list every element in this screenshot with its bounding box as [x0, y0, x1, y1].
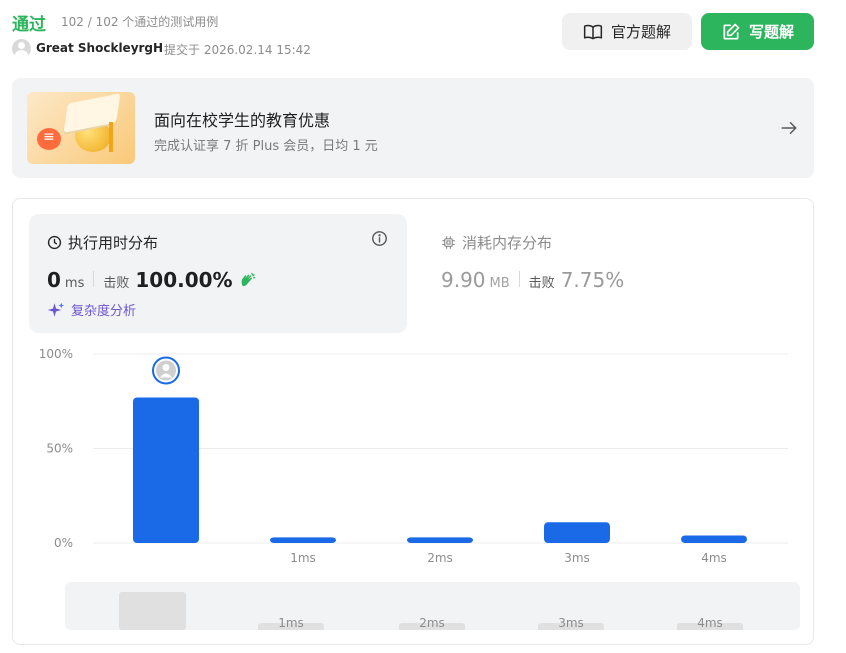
x-tick-label: 2ms — [427, 551, 453, 565]
write-solution-label: 写题解 — [748, 23, 794, 41]
bar — [270, 537, 336, 543]
scrubber-handle[interactable] — [119, 592, 186, 630]
official-solution-label: 官方题解 — [610, 23, 671, 41]
x-tick-label: 1ms — [290, 551, 316, 565]
memory-value: 9.90 — [441, 268, 486, 292]
user-marker-head — [162, 363, 170, 371]
memory-beats-value: 7.75% — [560, 268, 625, 292]
graduation-cap-illustration — [27, 92, 135, 164]
memory-unit: MB — [489, 276, 510, 291]
bar — [681, 535, 747, 543]
memory-beats-label: 击败 — [528, 276, 555, 291]
submitted-time: 提交于 2026.02.14 15:42 — [164, 43, 311, 57]
runtime-value-row: 0 ms 击败 100.00% — [47, 268, 257, 292]
divider — [518, 271, 520, 287]
book-icon — [583, 24, 603, 39]
scrubber-label: 3ms — [558, 616, 584, 630]
memory-title: 消耗内存分布 — [441, 232, 552, 253]
username-link[interactable]: Great ShockleyrgH — [36, 41, 163, 55]
sparkle-icon — [47, 302, 65, 317]
chart-range-scrubber[interactable]: 1ms 2ms 3ms 4ms — [65, 582, 800, 630]
education-promo-banner[interactable]: 面向在校学生的教育优惠 完成认证享 7 折 Plus 会员，日均 1 元 — [12, 78, 814, 178]
edit-icon — [723, 23, 740, 40]
submission-page: 通过 102 / 102 个通过的测试用例 Great ShockleyrgH … — [0, 0, 846, 653]
runtime-beats-label: 击败 — [103, 276, 130, 291]
passed-testcases: 102 / 102 个通过的测试用例 — [61, 15, 219, 29]
promo-title: 面向在校学生的教育优惠 — [154, 111, 331, 130]
official-solution-button[interactable]: 官方题解 — [562, 13, 692, 50]
performance-card: 100% 50% 0% 1ms 2ms 3ms 4ms 执行用时分布 0 ms 击败 100… — [12, 198, 814, 645]
x-tick-label: 4ms — [701, 551, 727, 565]
memory-panel[interactable]: 消耗内存分布 9.90 MB 击败 7.75% — [425, 214, 803, 333]
scrubber-label: 2ms — [419, 616, 445, 630]
y-tick-label: 50% — [46, 442, 73, 456]
divider — [93, 271, 95, 287]
memory-value-row: 9.90 MB 击败 7.75% — [441, 268, 624, 292]
x-tick-label: 3ms — [564, 551, 590, 565]
complexity-label: 复杂度分析 — [71, 304, 137, 319]
runtime-value: 0 — [47, 268, 61, 292]
runtime-unit: ms — [64, 276, 85, 291]
y-tick-label: 100% — [39, 347, 73, 361]
runtime-title-label: 执行用时分布 — [68, 234, 159, 252]
user-avatar[interactable] — [12, 39, 31, 58]
info-icon[interactable] — [371, 230, 388, 247]
y-tick-label: 0% — [54, 536, 73, 550]
runtime-beats-value: 100.00% — [135, 268, 233, 292]
memory-title-label: 消耗内存分布 — [462, 234, 553, 252]
arrow-right-icon[interactable] — [780, 119, 798, 137]
runtime-panel[interactable]: 执行用时分布 0 ms 击败 100.00% 复杂度分析 — [29, 214, 407, 333]
runtime-title: 执行用时分布 — [47, 232, 158, 253]
bar — [544, 522, 610, 543]
bar — [407, 537, 473, 543]
write-solution-button[interactable]: 写题解 — [701, 13, 814, 50]
clock-icon — [47, 235, 62, 250]
scrubber-label: 1ms — [278, 616, 304, 630]
complexity-analysis-link[interactable]: 复杂度分析 — [47, 300, 136, 319]
clapping-hands-icon — [241, 272, 255, 287]
bar — [133, 397, 199, 543]
chip-icon — [442, 236, 455, 249]
scrubber-label: 4ms — [697, 616, 723, 630]
submission-status: 通过 — [12, 15, 46, 35]
promo-subtitle: 完成认证享 7 折 Plus 会员，日均 1 元 — [154, 139, 378, 154]
